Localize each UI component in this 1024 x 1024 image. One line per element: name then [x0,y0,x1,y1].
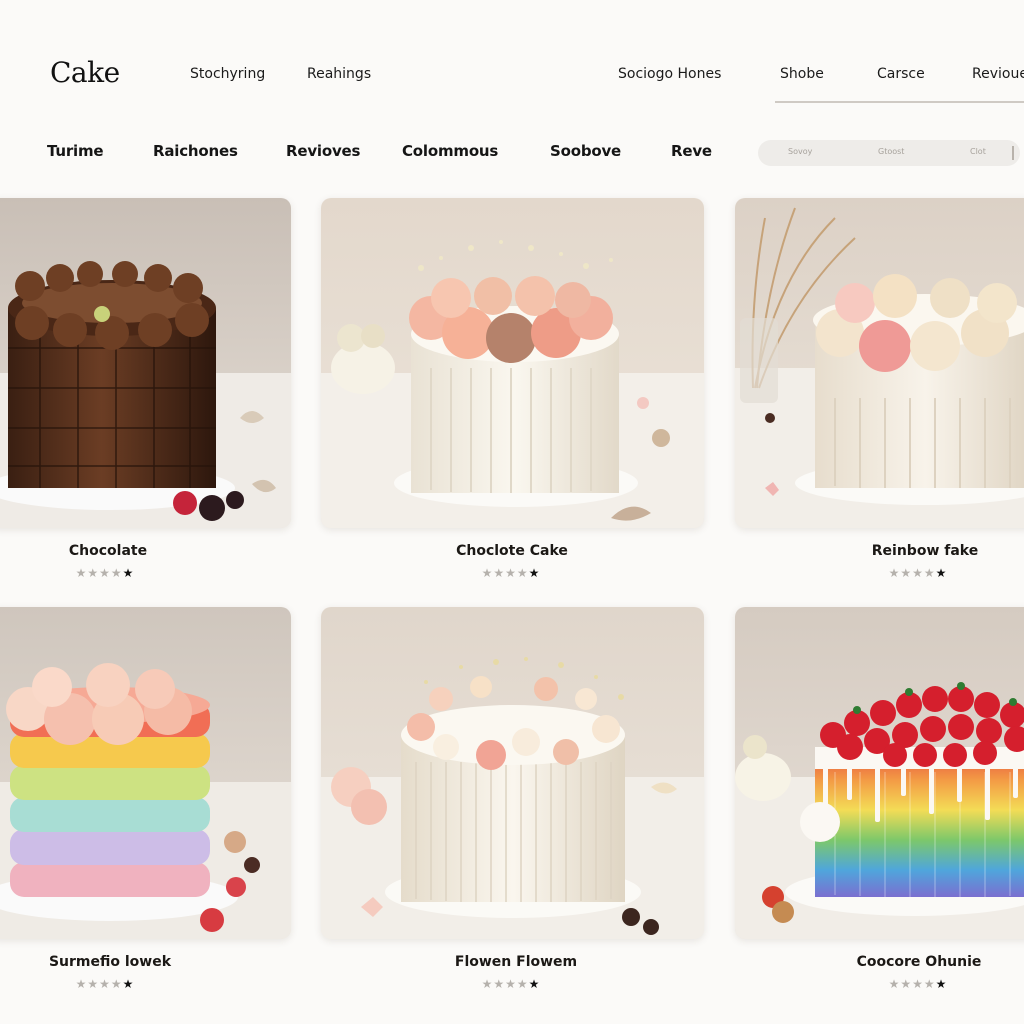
star-icon: ★ [87,977,100,991]
star-icon: ★ [900,977,913,991]
product-title[interactable]: Coocore Ohunie [857,954,982,970]
star-rating: ★★★★★ [482,977,541,991]
category-tab-revioves[interactable]: Revioves [286,142,360,160]
nav-link-reahings[interactable]: Reahings [307,66,371,82]
nav-link-shobe[interactable]: Shobe [780,66,824,82]
star-icon: ★ [888,977,901,991]
star-icon: ★ [122,566,135,580]
product-title[interactable]: Chocolate [69,543,147,559]
product-title[interactable]: Choclote Cake [456,543,568,559]
star-icon: ★ [505,977,517,991]
star-icon: ★ [122,977,135,991]
category-tab-turime[interactable]: Turime [47,142,104,160]
product-card-image[interactable] [321,198,704,528]
star-icon: ★ [935,566,948,580]
product-title[interactable]: Flowen Flowem [455,954,577,970]
search-input[interactable]: Sovoy Gtoost Clot [758,140,1020,166]
star-rating: ★★★★★ [889,977,948,991]
star-icon: ★ [87,566,100,580]
product-title[interactable]: Surmefio lowek [49,954,171,970]
nav-link-revioue[interactable]: Revioue [972,66,1024,82]
star-icon: ★ [935,977,948,991]
strawberry-rainbow-cake-image [735,607,1024,939]
chocolate-cake-image [0,198,291,528]
star-icon: ★ [923,977,936,991]
white-flower-cake-image [321,198,704,528]
product-title[interactable]: Reinbow fake [872,543,978,559]
star-icon: ★ [493,977,506,991]
product-card-image[interactable] [0,198,291,528]
star-rating: ★★★★★ [76,566,135,580]
product-card-image[interactable] [735,198,1024,528]
star-icon: ★ [505,566,517,580]
star-icon: ★ [912,566,924,580]
product-card-image[interactable] [0,607,291,939]
star-rating: ★★★★★ [482,566,541,580]
star-icon: ★ [99,566,111,580]
star-icon: ★ [75,566,88,580]
category-tab-reve[interactable]: Reve [671,142,712,160]
rainbow-layer-cake-image [0,607,291,939]
product-card-image[interactable] [735,607,1024,939]
star-icon: ★ [900,566,913,580]
search-divider [1012,146,1014,160]
nav-link-sociogo-hones[interactable]: Sociogo Hones [618,66,721,82]
star-icon: ★ [110,977,123,991]
star-icon: ★ [481,566,494,580]
category-tab-soobove[interactable]: Soobove [550,142,621,160]
star-rating: ★★★★★ [889,566,948,580]
nav-link-carsce[interactable]: Carsce [877,66,925,82]
star-icon: ★ [528,977,541,991]
star-rating: ★★★★★ [76,977,135,991]
active-nav-underline [775,101,1024,103]
star-icon: ★ [481,977,494,991]
floral-wreath-cake-image [321,607,704,939]
nav-link-stochyring[interactable]: Stochyring [190,66,265,82]
search-hint: Gtoost [878,147,905,156]
star-icon: ★ [888,566,901,580]
rose-cream-cake-image [735,198,1024,528]
star-icon: ★ [516,566,529,580]
star-icon: ★ [75,977,88,991]
star-icon: ★ [528,566,541,580]
category-tab-colommous[interactable]: Colommous [402,142,498,160]
product-card-image[interactable] [321,607,704,939]
star-icon: ★ [110,566,123,580]
category-tab-raichones[interactable]: Raichones [153,142,238,160]
site-logo[interactable]: Cake [50,56,120,89]
star-icon: ★ [912,977,924,991]
star-icon: ★ [99,977,111,991]
star-icon: ★ [516,977,529,991]
star-icon: ★ [493,566,506,580]
search-hint: Clot [970,147,986,156]
star-icon: ★ [923,566,936,580]
search-hint: Sovoy [788,147,813,156]
